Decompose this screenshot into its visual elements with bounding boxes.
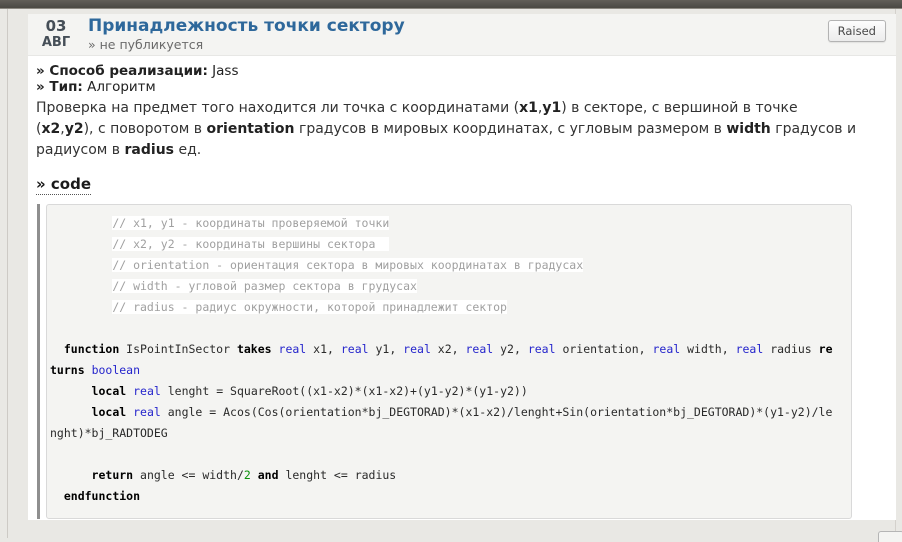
bottom-cut-button[interactable] (878, 531, 902, 542)
post-container: 03 АВГ Принадлежность точки сектору » не… (28, 14, 896, 520)
code-line: local real lenght = SquareRoot((x1-x2)*(… (50, 381, 849, 402)
top-bar (0, 0, 902, 9)
meta-label: » Способ реализации: (36, 63, 208, 79)
blockquote-bar (37, 204, 40, 519)
code-block: // x1, y1 - координаты проверяемой точки… (46, 204, 852, 519)
code-line (50, 318, 849, 339)
code-line: // width - угловой размер сектора в груд… (50, 276, 849, 297)
code-line: nght)*bj_RADTODEG (50, 423, 849, 444)
post-title[interactable]: Принадлежность точки сектору (88, 16, 405, 37)
code-heading[interactable]: » code (36, 175, 91, 195)
date-day: 03 (34, 18, 78, 35)
meta-line-implementation: » Способ реализации: Jass (36, 63, 888, 79)
post-description: Проверка на предмет того находится ли то… (36, 98, 858, 161)
code-line: // radius - радиус окружности, которой п… (50, 297, 849, 318)
meta-label: » Тип: (36, 79, 83, 95)
code-quote: // x1, y1 - координаты проверяемой точки… (37, 204, 888, 519)
code-line: local real angle = Acos(Cos(orientation*… (50, 402, 849, 423)
code-line: return angle <= width/2 and lenght <= ra… (50, 465, 849, 486)
raised-button[interactable]: Raised (828, 20, 886, 42)
date-badge: 03 АВГ (34, 18, 78, 50)
post-header: 03 АВГ Принадлежность точки сектору » не… (28, 14, 896, 56)
code-line: // x1, y1 - координаты проверяемой точки (50, 213, 849, 234)
post-status: » не публикуется (88, 37, 405, 53)
meta-value: Алгоритм (83, 79, 156, 95)
date-month: АВГ (34, 35, 78, 50)
code-line: endfunction (50, 486, 849, 507)
post-body: » Способ реализации: Jass » Тип: Алгорит… (28, 56, 896, 519)
code-line: // orientation - ориентация сектора в ми… (50, 255, 849, 276)
code-line (50, 444, 849, 465)
title-block: Принадлежность точки сектору » не публик… (88, 16, 405, 53)
code-line: turns boolean (50, 360, 849, 381)
code-line: // x2, y2 - координаты вершины сектора (50, 234, 849, 255)
meta-line-type: » Тип: Алгоритм (36, 79, 888, 95)
left-edge-line (7, 9, 8, 538)
meta-value: Jass (208, 63, 239, 79)
code-line: function IsPointInSector takes real x1, … (50, 339, 849, 360)
